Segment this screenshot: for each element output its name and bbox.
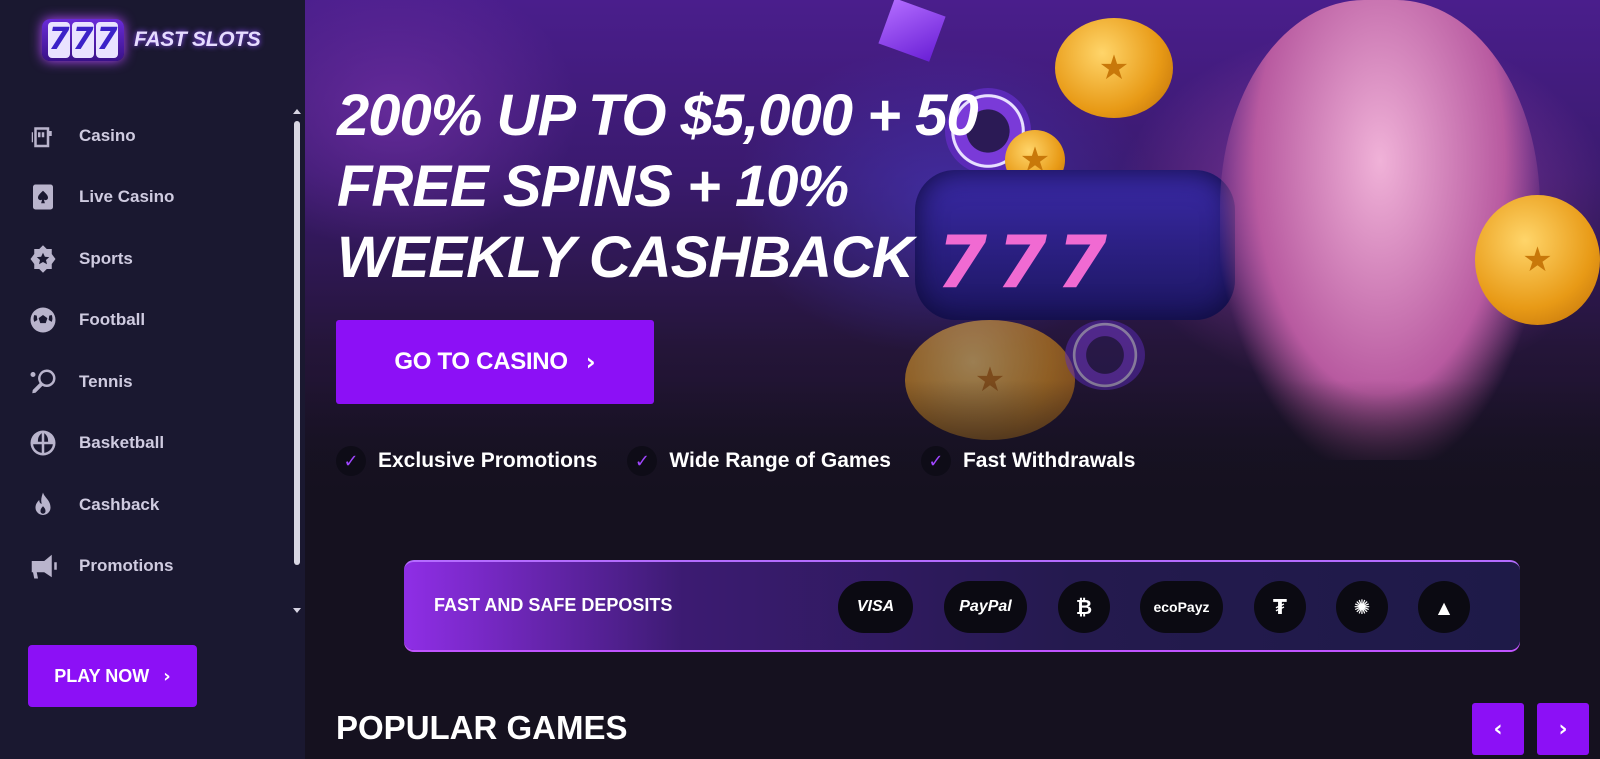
tennis-racket-icon [27, 366, 59, 398]
paypal-label: PayPal [959, 598, 1012, 615]
hero-title: 200% UP TO $5,000 + 50 FREE SPINS + 10% … [337, 80, 1037, 293]
cardano-icon[interactable]: ✺ [1336, 581, 1388, 633]
deposits-title: FAST AND SAFE DEPOSITS [434, 595, 673, 615]
bitcoin-icon[interactable]: ₿ [1058, 581, 1110, 633]
hero-title-line: 200% UP TO $5,000 + 50 [337, 83, 979, 148]
popular-games-title: POPULAR GAMES [336, 709, 628, 746]
go-to-casino-button[interactable]: GO TO CASINO › [336, 320, 654, 404]
sidebar-item-label: Tennis [79, 371, 133, 391]
sidebar: 7 7 7 FAST SLOTS Casino Live Casino Spor… [0, 0, 305, 759]
sidebar-item-basketball[interactable]: Basketball [0, 413, 305, 475]
logo-text: FAST SLOTS [134, 28, 261, 51]
slot-machine-icon [27, 120, 59, 152]
ecopayz-logo[interactable]: ecoPayz [1140, 581, 1223, 633]
sidebar-item-cashback[interactable]: Cashback [0, 474, 305, 536]
spade-card-icon [27, 181, 59, 213]
scroll-up-arrow[interactable] [293, 109, 301, 114]
logo-reel: 7 [72, 22, 94, 58]
megaphone-icon [27, 550, 59, 582]
brand-logo[interactable]: 7 7 7 FAST SLOTS [42, 14, 272, 66]
scroll-thumb[interactable] [294, 121, 300, 565]
gem-decoration [878, 0, 946, 62]
coin-decoration [1055, 18, 1173, 118]
sidebar-item-sports[interactable]: Sports [0, 228, 305, 290]
tether-icon[interactable]: ₮ [1254, 581, 1306, 633]
check-icon: ✓ [336, 446, 366, 476]
visa-label: VISA [856, 598, 895, 615]
deposits-banner: FAST AND SAFE DEPOSITS VISA PayPal ₿ eco… [404, 560, 1520, 650]
sidebar-item-promotions[interactable]: Promotions [0, 536, 305, 598]
sidebar-item-label: Basketball [79, 433, 165, 453]
sidebar-item-label: Football [79, 310, 146, 330]
carousel-next-button[interactable]: › [1537, 703, 1589, 755]
basketball-icon [27, 427, 59, 459]
feature-label: Fast Withdrawals [962, 449, 1136, 472]
check-icon: ✓ [627, 446, 658, 476]
sidebar-item-live-casino[interactable]: Live Casino [0, 167, 305, 229]
main-content: 7 7 7 200% UP TO $5,000 + 50 FREE SPINS … [305, 0, 1600, 759]
coin-decoration [1475, 195, 1600, 325]
chevron-right-icon: › [1558, 716, 1568, 742]
chevron-left-icon: ‹ [1493, 716, 1503, 742]
carousel-prev-button[interactable]: ‹ [1472, 703, 1524, 755]
logo-reel: 7 [48, 22, 70, 58]
sidebar-item-label: Sports [79, 248, 133, 268]
hero-title-line: FREE SPINS + 10% [337, 154, 849, 219]
play-now-button[interactable]: PLAY NOW › [28, 645, 197, 707]
feature-label: Exclusive Promotions [378, 449, 598, 472]
logo-reels: 7 7 7 [42, 19, 124, 61]
sidebar-item-casino[interactable]: Casino [0, 105, 305, 167]
flame-icon [27, 489, 59, 521]
go-to-casino-label: GO TO CASINO [394, 348, 568, 375]
arweave-icon[interactable]: ▲ [1418, 581, 1470, 633]
sidebar-item-football[interactable]: Football [0, 290, 305, 352]
feature-label: Wide Range of Games [669, 449, 891, 472]
soccer-ball-icon [27, 304, 59, 336]
sidebar-scrollbar[interactable] [292, 105, 302, 613]
paypal-logo[interactable]: PayPal [944, 581, 1027, 633]
chevron-right-icon: › [585, 348, 596, 376]
sidebar-nav: Casino Live Casino Sports Football Tenni… [0, 105, 305, 610]
chevron-right-icon: › [163, 665, 171, 687]
star-badge-icon [27, 243, 59, 275]
sidebar-item-label: Casino [79, 125, 136, 145]
logo-reel: 7 [96, 22, 118, 58]
check-icon: ✓ [920, 446, 951, 476]
feature-item: ✓ Wide Range of Games [627, 446, 891, 476]
visa-logo[interactable]: VISA [838, 581, 913, 633]
sidebar-item-label: Promotions [79, 556, 174, 576]
hero-title-line: WEEKLY CASHBACK [337, 225, 914, 290]
scroll-down-arrow[interactable] [293, 608, 301, 613]
play-now-label: PLAY NOW [54, 665, 150, 686]
feature-item: ✓ Exclusive Promotions [336, 446, 597, 476]
feature-item: ✓ Fast Withdrawals [920, 446, 1136, 476]
sidebar-item-label: Cashback [79, 494, 160, 514]
sidebar-item-tennis[interactable]: Tennis [0, 351, 305, 413]
feature-list: ✓ Exclusive Promotions ✓ Wide Range of G… [336, 446, 1165, 476]
sidebar-item-label: Live Casino [79, 187, 175, 207]
ecopayz-label: ecoPayz [1153, 599, 1210, 615]
